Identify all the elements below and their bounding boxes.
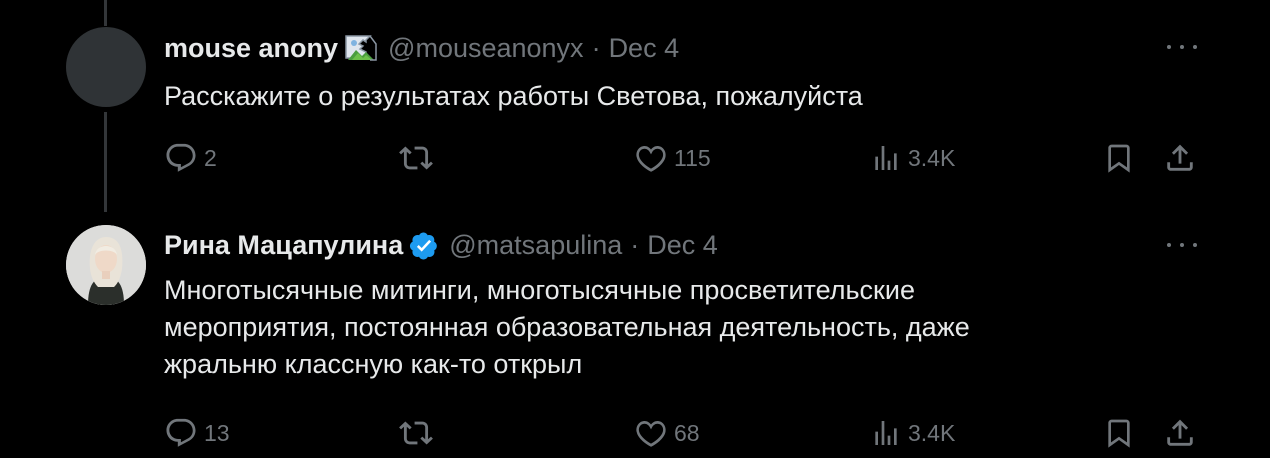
more-dot-icon	[1180, 45, 1184, 49]
share-icon	[1167, 144, 1193, 171]
tweet-actions: 2 115 3.4K	[0, 138, 1270, 178]
author-handle[interactable]: @mouseanonyx	[388, 33, 584, 64]
tweet-header: mouse anony @mouseanonyx · Dec 4	[164, 32, 679, 64]
tweet-date[interactable]: Dec 4	[609, 33, 680, 64]
retweet-icon	[399, 421, 433, 445]
tweet-text-line: Многотысячные митинги, многотысячные про…	[164, 275, 915, 305]
like-button[interactable]: 115	[634, 141, 711, 175]
analytics-icon	[875, 421, 897, 445]
share-button[interactable]	[1163, 141, 1197, 175]
view-count: 3.4K	[908, 419, 956, 446]
bookmark-button[interactable]	[1103, 141, 1135, 175]
retweet-icon	[399, 146, 433, 170]
reply-button[interactable]: 2	[164, 141, 217, 175]
heart-icon	[636, 145, 666, 172]
verified-badge-icon	[409, 231, 439, 261]
tweet-actions: 13 68 3.4K	[0, 413, 1270, 453]
reply-icon	[166, 418, 196, 447]
thread-connector-top	[104, 0, 107, 26]
more-dot-icon	[1180, 243, 1184, 247]
tweet-text: Многотысячные митинги, многотысячные про…	[164, 272, 1124, 383]
more-dot-icon	[1193, 45, 1197, 49]
broken-image-icon	[344, 32, 378, 64]
reply-icon	[166, 143, 196, 172]
separator-dot: ·	[591, 32, 601, 63]
bookmark-icon	[1108, 419, 1130, 448]
tweet-header: Рина Мацапулина @matsapulina · Dec 4	[164, 230, 718, 261]
share-icon	[1167, 419, 1193, 446]
more-options-button[interactable]	[1167, 37, 1197, 57]
views-button[interactable]: 3.4K	[870, 141, 955, 175]
views-button[interactable]: 3.4K	[870, 416, 955, 450]
retweet-button[interactable]	[398, 141, 434, 175]
tweet-text-line: жральню классную как-то открыл	[164, 349, 583, 379]
more-dot-icon	[1167, 45, 1171, 49]
tweet-text-line: мероприятия, постоянная образовательная …	[164, 312, 970, 342]
like-count: 115	[674, 144, 711, 171]
share-button[interactable]	[1163, 416, 1197, 450]
tweet-date[interactable]: Dec 4	[647, 230, 718, 261]
avatar[interactable]	[66, 225, 146, 305]
heart-icon	[636, 420, 666, 447]
reply-count: 13	[204, 419, 230, 446]
retweet-button[interactable]	[398, 416, 434, 450]
analytics-icon	[875, 146, 897, 170]
reply-button[interactable]: 13	[164, 416, 230, 450]
view-count: 3.4K	[908, 144, 956, 171]
like-button[interactable]: 68	[634, 416, 700, 450]
bookmark-button[interactable]	[1103, 416, 1135, 450]
more-options-button[interactable]	[1167, 235, 1197, 255]
author-handle[interactable]: @matsapulina	[449, 230, 622, 261]
bookmark-icon	[1108, 144, 1130, 173]
tweet-text: Расскажите о результатах работы Светова,…	[164, 81, 863, 111]
reply-count: 2	[204, 144, 217, 171]
like-count: 68	[674, 419, 700, 446]
more-dot-icon	[1167, 243, 1171, 247]
avatar[interactable]	[66, 27, 146, 107]
more-dot-icon	[1193, 243, 1197, 247]
author-name[interactable]: Рина Мацапулина	[164, 230, 403, 261]
author-name[interactable]: mouse anony	[164, 33, 338, 64]
separator-dot: ·	[630, 230, 640, 260]
